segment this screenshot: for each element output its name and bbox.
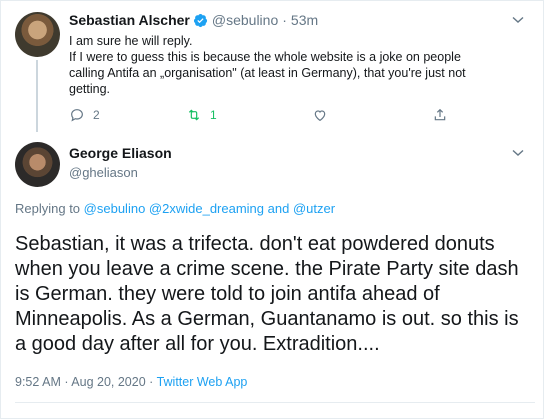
relative-time[interactable]: 53m (291, 12, 318, 28)
reply-icon (71, 109, 83, 122)
timestamp[interactable]: 9:52 AM · Aug 20, 2020 (15, 375, 146, 389)
divider (15, 402, 535, 403)
share-button[interactable] (432, 107, 448, 123)
tweet-meta: 9:52 AM · Aug 20, 2020 · Twitter Web App (15, 375, 247, 389)
avatar[interactable] (15, 142, 60, 187)
retweet-count: 1 (210, 108, 217, 122)
replying-to-line: Replying to @sebulino @2xwide_dreaming a… (15, 201, 335, 216)
main-tweet-text: Sebastian, it was a trifecta. don't eat … (15, 232, 535, 357)
reply-button[interactable]: 2 (69, 107, 100, 123)
retweet-icon (188, 109, 200, 121)
tweet-text-line: If I were to guess this is because the w… (69, 50, 461, 64)
source-link[interactable]: Twitter Web App (157, 375, 248, 389)
verified-badge-icon (193, 13, 207, 27)
like-icon (314, 110, 326, 122)
tweet-text-line: is German. they were told to join antifa… (15, 283, 440, 305)
handle[interactable]: @sebulino (212, 12, 278, 28)
tweet-text-line: when you leave a crime scene. the Pirate… (15, 258, 519, 280)
tweet-text-line: I am sure he will reply. (69, 34, 193, 48)
thread-connector-line (36, 60, 38, 132)
separator-dot: · (282, 12, 287, 28)
tweet-actions-bar: 2 1 (69, 107, 469, 125)
mention-link[interactable]: @sebulino (84, 201, 146, 216)
tweet-text-line: a good day after all for you. Extraditio… (15, 333, 380, 355)
parent-tweet-text: I am sure he will reply. If I were to gu… (69, 33, 531, 97)
separator-dot: · (149, 375, 154, 389)
replying-and: and (267, 201, 290, 216)
avatar[interactable] (15, 12, 60, 57)
tweet-text-line: getting. (69, 82, 111, 96)
tweet-text-line: Minneapolis. As a German, Guantanamo is … (15, 308, 519, 330)
chevron-down-icon[interactable] (512, 16, 524, 24)
parent-tweet-header: Sebastian Alscher @sebulino · 53m (69, 12, 318, 28)
main-tweet-header: George Eliason @gheliason (69, 145, 172, 180)
tweet-text-line: calling Antifa an „organisation" (at lea… (69, 66, 466, 80)
handle[interactable]: @gheliason (69, 165, 172, 180)
retweet-button[interactable]: 1 (186, 107, 217, 123)
mention-link[interactable]: @utzer (293, 201, 335, 216)
tweet-text-line: Sebastian, it was a trifecta. don't eat … (15, 233, 495, 255)
display-name[interactable]: George Eliason (69, 145, 172, 161)
mention-link[interactable]: @2xwide_dreaming (149, 201, 264, 216)
chevron-down-icon[interactable] (512, 149, 524, 157)
share-icon (434, 108, 446, 121)
reply-count: 2 (93, 108, 100, 122)
display-name[interactable]: Sebastian Alscher (69, 12, 190, 28)
replying-prefix: Replying to (15, 201, 81, 216)
like-button[interactable] (312, 107, 328, 123)
